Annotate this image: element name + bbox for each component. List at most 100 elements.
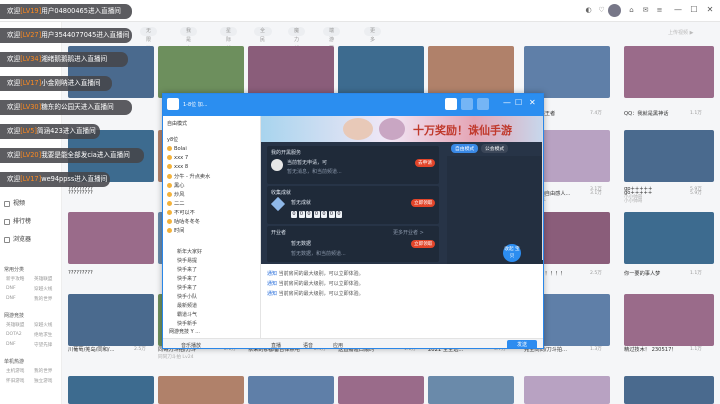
member-item[interactable]: xxx 8: [167, 164, 188, 170]
sub-channel-item[interactable]: 快手小队: [177, 293, 197, 300]
sidebar-subitem[interactable]: DOTA2: [6, 332, 22, 337]
stream-thumbnail[interactable]: [248, 376, 334, 404]
heart-icon[interactable]: ♡: [596, 5, 607, 16]
stream-thumbnail[interactable]: [524, 376, 610, 404]
stream-thumbnail[interactable]: [524, 46, 610, 98]
sidebar-subitem[interactable]: DNF: [6, 286, 16, 291]
section-title[interactable]: 常用分类: [4, 266, 24, 273]
shirt-icon[interactable]: ⌂: [626, 5, 637, 16]
member-item[interactable]: 咕咕冬冬冬: [167, 218, 200, 225]
close-button[interactable]: ✕: [704, 4, 716, 16]
category-chip[interactable]: 我是大哥: [180, 27, 198, 61]
streamer-name[interactable]: 小小帅哥: [624, 198, 642, 204]
mode-label[interactable]: 自由模式: [167, 120, 187, 127]
channel-name[interactable]: y8位: [167, 136, 178, 143]
sidebar-item-rank[interactable]: 排行榜: [4, 216, 31, 225]
member-item[interactable]: Bolai: [167, 146, 187, 152]
popup-minimize-icon[interactable]: —: [503, 98, 511, 107]
stream-title[interactable]: ?????????: [68, 270, 130, 276]
popup-close-icon[interactable]: ✕: [529, 98, 536, 107]
sidebar-subitem[interactable]: 新手攻略: [6, 276, 24, 282]
sub-channel-item[interactable]: 新年大家好: [177, 248, 202, 255]
message-icon[interactable]: ✉: [640, 5, 651, 16]
sidebar-subitem[interactable]: 守望先锋: [34, 342, 52, 348]
sidebar-subitem[interactable]: 我的世界: [34, 368, 52, 374]
more-link[interactable]: 更多开业者 >: [393, 229, 424, 236]
stream-thumbnail[interactable]: [338, 46, 424, 98]
home-tab-icon[interactable]: [445, 98, 457, 110]
stream-thumbnail[interactable]: [68, 212, 154, 264]
chat-sender[interactable]: 通知: [267, 271, 277, 277]
category-chip[interactable]: 星际战人: [220, 27, 238, 61]
member-item[interactable]: 时间: [167, 227, 184, 234]
sidebar-subitem[interactable]: 独立游戏: [34, 378, 52, 384]
sub-channel-item[interactable]: 最新频道: [177, 302, 197, 309]
stream-thumbnail[interactable]: [68, 294, 154, 346]
sidebar-subitem[interactable]: 我的世界: [34, 296, 52, 302]
member-item[interactable]: 炒风: [167, 191, 184, 198]
popup-maximize-icon[interactable]: ☐: [515, 98, 522, 107]
avatar[interactable]: [608, 4, 621, 17]
segment-guild-mode[interactable]: 公会模式: [481, 144, 509, 153]
member-item[interactable]: 二二: [167, 200, 184, 207]
stream-title[interactable]: QQ：我就是黑神话: [624, 110, 686, 117]
segment-free-mode[interactable]: 自由模式: [451, 144, 479, 153]
stream-thumbnail[interactable]: [624, 46, 714, 98]
maximize-button[interactable]: ☐: [688, 4, 700, 16]
sidebar-subitem[interactable]: 穿越火线: [34, 286, 52, 292]
app-button[interactable]: 应用: [333, 342, 343, 348]
stream-title[interactable]: ?????????: [68, 190, 130, 196]
collapse-button[interactable]: 收起 宝贝: [503, 244, 521, 262]
grid-tab-icon[interactable]: [461, 98, 473, 110]
stream-thumbnail[interactable]: [624, 212, 714, 264]
event-banner[interactable]: 十万奖励！诛仙手游: [261, 116, 543, 142]
member-item[interactable]: 黑心: [167, 182, 184, 189]
stream-thumbnail[interactable]: [428, 46, 514, 98]
sub-channel-item[interactable]: 霸道斗气: [177, 311, 197, 318]
member-item[interactable]: 分牛 - 升点卖水: [167, 173, 210, 180]
sub-channel-item[interactable]: 快手来了: [177, 275, 197, 282]
sidebar-item-video[interactable]: 视频: [4, 198, 25, 207]
scrollbar[interactable]: [542, 120, 543, 260]
stream-title[interactable]: 你一要的事人梦: [624, 270, 686, 277]
category-chip[interactable]: 更多: [364, 27, 382, 43]
stream-thumbnail[interactable]: [624, 130, 714, 182]
stream-thumbnail[interactable]: [158, 46, 244, 98]
channel-footer[interactable]: 网游竞技 Y ...: [169, 328, 200, 335]
stream-thumbnail[interactable]: [624, 294, 714, 346]
category-chip[interactable]: 魔力新服: [288, 27, 306, 61]
skin-icon[interactable]: ◐: [583, 5, 594, 16]
stream-title[interactable]: go+++++: [624, 190, 686, 196]
member-item[interactable]: 不可以不: [167, 209, 195, 216]
sidebar-item-browser[interactable]: 浏览器: [4, 234, 31, 243]
sub-channel-item[interactable]: 快手来了: [177, 266, 197, 273]
sub-channel-item[interactable]: 快手来了: [177, 284, 197, 291]
claim-button[interactable]: 立即领取: [411, 240, 436, 248]
stream-thumbnail[interactable]: [68, 376, 154, 404]
category-chip[interactable]: 全民PK: [254, 27, 273, 52]
sidebar-subitem[interactable]: 穿越火线: [34, 322, 52, 328]
apply-button[interactable]: 去申请: [415, 159, 435, 167]
stream-thumbnail[interactable]: [158, 376, 244, 404]
section-title[interactable]: 单机热游: [4, 358, 24, 365]
music-play-button[interactable]: 音乐播放: [181, 342, 201, 348]
category-chip[interactable]: 无限捣蛋: [140, 27, 158, 61]
stream-title[interactable]: 川葡萄/羌岛/同和/...: [68, 346, 130, 353]
chat-sender[interactable]: 通知: [267, 281, 277, 287]
section-title[interactable]: 网游竞技: [4, 312, 24, 319]
upload-video-link[interactable]: 上传视频 ▶: [668, 29, 693, 36]
sidebar-subitem[interactable]: DNF: [6, 296, 16, 301]
stream-thumbnail[interactable]: [624, 376, 714, 404]
sub-channel-item[interactable]: 快手新手: [177, 320, 197, 327]
stream-thumbnail[interactable]: [338, 376, 424, 404]
streamer-name[interactable]: 同同刀斗拍 Lv24: [158, 354, 194, 360]
sidebar-subitem[interactable]: 英雄联盟: [34, 276, 52, 282]
sidebar-subitem[interactable]: 怀旧游戏: [6, 378, 24, 384]
claim-button[interactable]: 立即领取: [411, 199, 436, 207]
live-button[interactable]: 直播: [271, 342, 281, 348]
voice-button[interactable]: 语音: [303, 342, 313, 348]
user-tab-icon[interactable]: [477, 98, 489, 110]
sidebar-subitem[interactable]: 绝地求生: [34, 332, 52, 338]
minimize-button[interactable]: —: [672, 4, 684, 16]
chat-sender[interactable]: 通知: [267, 291, 277, 297]
